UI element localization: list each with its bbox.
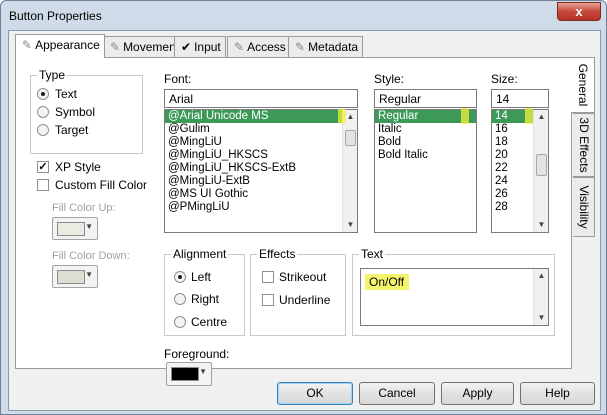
fill-color-down-label: Fill Color Down: <box>52 250 130 262</box>
highlight-mark <box>338 109 346 123</box>
scroll-up-icon[interactable]: ▲ <box>534 269 549 283</box>
dialog-window: Button Properties x ✎ Appearance ✎ Movemen… <box>0 0 607 415</box>
list-item[interactable]: Bold <box>375 136 476 149</box>
list-item[interactable]: @MingLiU_HKSCS <box>165 149 357 162</box>
foreground-color-picker[interactable]: ▼ <box>166 362 212 386</box>
title-bar[interactable]: Button Properties x <box>1 1 606 31</box>
list-item[interactable]: Italic <box>375 123 476 136</box>
appearance-panel: Type Text Symbol Target ✓ XP Style Custo… <box>15 57 572 386</box>
alignment-group-title: Alignment <box>171 247 229 261</box>
strikeout-checkbox[interactable] <box>262 271 274 283</box>
size-list-scrollbar[interactable]: ▲ ▼ <box>533 110 548 232</box>
size-input[interactable]: 14 <box>491 89 549 108</box>
ok-button[interactable]: OK <box>277 382 353 405</box>
scroll-up-icon[interactable]: ▲ <box>534 110 548 124</box>
align-left-radio[interactable] <box>174 271 186 283</box>
type-symbol-radio[interactable] <box>37 106 49 118</box>
custom-fill-label: Custom Fill Color <box>55 178 148 192</box>
tab-general[interactable]: General <box>571 57 595 113</box>
xp-style-checkbox[interactable]: ✓ <box>37 161 49 173</box>
list-item[interactable]: @MingLiU_HKSCS-ExtB <box>165 162 357 175</box>
font-label: Font: <box>164 72 192 86</box>
list-item[interactable]: @MS UI Gothic <box>165 188 357 201</box>
pencil-icon: ✎ <box>295 40 306 54</box>
tab-visibility[interactable]: Visibility <box>573 177 595 237</box>
list-item[interactable]: @PMingLiU <box>165 201 357 214</box>
type-target-radio[interactable] <box>37 124 49 136</box>
fill-color-up-picker[interactable]: ▼ <box>52 217 98 240</box>
effects-group: Effects Strikeout Underline <box>250 247 346 336</box>
foreground-swatch <box>171 367 199 381</box>
align-right-radio[interactable] <box>174 293 186 305</box>
highlight-mark <box>525 108 533 124</box>
alignment-group: Alignment Left Right Centre <box>164 247 245 336</box>
tab-appearance[interactable]: ✎ Appearance <box>15 34 105 58</box>
effects-group-title: Effects <box>257 247 298 261</box>
scroll-down-icon[interactable]: ▼ <box>534 311 549 325</box>
tab-metadata[interactable]: ✎ Metadata <box>288 36 364 57</box>
chevron-down-icon: ▼ <box>85 270 93 279</box>
highlight-mark <box>461 108 469 124</box>
dialog-body: ✎ Appearance ✎ Movement ✔ Input ✎ Access ✎ Me… <box>8 30 601 411</box>
xp-style-label: XP Style <box>55 160 101 174</box>
align-right-label: Right <box>191 292 220 306</box>
scroll-down-icon[interactable]: ▼ <box>343 218 357 232</box>
type-text-radio[interactable] <box>37 88 49 100</box>
style-label: Style: <box>374 72 405 86</box>
size-label: Size: <box>491 72 518 86</box>
size-list[interactable]: 14 16 18 20 22 24 26 28 ▲ ▼ <box>491 109 549 233</box>
font-list-scrollbar[interactable]: ▲ ▼ <box>342 110 357 232</box>
close-icon: x <box>575 4 583 19</box>
underline-checkbox[interactable] <box>262 294 274 306</box>
list-item[interactable]: @Arial Unicode MS <box>165 110 357 123</box>
pencil-icon: ✎ <box>22 38 33 52</box>
align-centre-label: Centre <box>191 315 228 329</box>
scroll-thumb[interactable] <box>345 130 356 146</box>
font-list[interactable]: @Arial Unicode MS @Gulim @MingLiU @MingL… <box>164 109 358 233</box>
text-group: Text On/Off ▲ ▼ <box>352 247 555 336</box>
chevron-down-icon: ▼ <box>199 367 207 376</box>
tab-3d-effects[interactable]: 3D Effects <box>573 113 595 177</box>
font-input[interactable]: Arial <box>164 89 358 108</box>
fill-up-swatch <box>57 222 85 236</box>
scroll-down-icon[interactable]: ▼ <box>534 218 548 232</box>
text-group-title: Text <box>359 247 386 261</box>
underline-label: Underline <box>279 293 331 307</box>
help-button[interactable]: Help <box>520 382 595 405</box>
text-scrollbar[interactable]: ▲ ▼ <box>533 269 548 325</box>
tab-movement[interactable]: ✎ Movement <box>103 36 185 57</box>
type-text-label: Text <box>55 87 78 101</box>
scroll-thumb[interactable] <box>536 154 547 176</box>
foreground-label: Foreground: <box>164 347 230 361</box>
window-title: Button Properties <box>9 9 102 23</box>
apply-button[interactable]: Apply <box>441 382 514 405</box>
type-group: Type Text Symbol Target <box>30 68 143 154</box>
button-text-value: On/Off <box>369 275 405 289</box>
style-list[interactable]: Regular Italic Bold Bold Italic <box>374 109 477 233</box>
fill-down-swatch <box>57 270 85 284</box>
list-item[interactable]: @MingLiU <box>165 136 357 149</box>
pencil-icon: ✎ <box>234 40 245 54</box>
list-item[interactable]: @Gulim <box>165 123 357 136</box>
check-icon: ✔ <box>181 40 192 54</box>
align-left-label: Left <box>191 270 212 284</box>
align-centre-radio[interactable] <box>174 316 186 328</box>
type-target-label: Target <box>55 123 89 137</box>
list-item[interactable]: Bold Italic <box>375 149 476 162</box>
list-item[interactable]: @MingLiU-ExtB <box>165 175 357 188</box>
close-button[interactable]: x <box>557 2 601 21</box>
tab-access[interactable]: ✎ Access <box>227 36 291 57</box>
fill-color-up-label: Fill Color Up: <box>52 202 116 214</box>
strikeout-label: Strikeout <box>279 270 327 284</box>
type-symbol-label: Symbol <box>55 105 96 119</box>
cancel-button[interactable]: Cancel <box>359 382 435 405</box>
fill-color-down-picker[interactable]: ▼ <box>52 265 98 288</box>
tab-input[interactable]: ✔ Input <box>174 36 226 57</box>
chevron-down-icon: ▼ <box>85 222 93 231</box>
type-group-title: Type <box>37 68 68 82</box>
button-text-input[interactable]: On/Off ▲ ▼ <box>360 268 549 326</box>
pencil-icon: ✎ <box>110 40 121 54</box>
custom-fill-checkbox[interactable] <box>37 179 49 191</box>
style-input[interactable]: Regular <box>374 89 477 108</box>
